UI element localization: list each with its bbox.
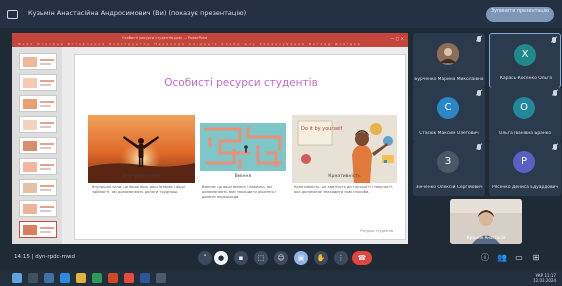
slide-board-text: Do it by yourself [301, 126, 342, 132]
mic-muted-icon [477, 90, 481, 96]
powerpoint-icon[interactable] [108, 273, 118, 283]
window-controls-icon: — ▢ ✕ [390, 36, 404, 41]
self-view-tile[interactable]: Кузьмін Анастасія [450, 199, 522, 244]
mic-muted-icon [552, 37, 556, 43]
slide-thumbnail[interactable] [19, 137, 57, 154]
avatar: О [513, 97, 535, 119]
meet-icon[interactable] [92, 273, 102, 283]
people-icon[interactable]: 👥 [497, 252, 507, 263]
slide-image-sunset [88, 115, 195, 183]
powerpoint-window-title: Особисті ресурси студентів.pptx — PowerP… [122, 36, 208, 40]
raise-hand-icon[interactable]: ✋ [314, 251, 328, 265]
system-tray[interactable]: УКР 11:17 12.03.2024 [533, 273, 556, 283]
participant-name: Карась-Косенко Ольга [499, 76, 553, 81]
participant-name: Рясенко Дениса Едуардович [491, 185, 558, 190]
meeting-top-bar: Кузьмін Анастасійна Андросимович (Ви) (п… [0, 0, 562, 28]
slide-thumbnail[interactable] [19, 116, 57, 133]
present-screen-icon [7, 10, 18, 19]
chevron-up-icon[interactable]: ˄ [198, 251, 212, 265]
chrome-icon[interactable] [124, 273, 134, 283]
participant-name: Бурченко Марина Миколаївна [414, 77, 484, 82]
slide-thumbnail[interactable] [19, 95, 57, 112]
app-icon[interactable] [156, 273, 166, 283]
mic-muted-icon [477, 144, 481, 150]
avatar: З [437, 151, 459, 173]
meeting-controls-bar: 14:15 | dyn-rpdc-mwd ˄ ● ▪ ⬚ ☺ ▣ ✋ ⋮ ☎ ⓘ… [0, 246, 562, 270]
task-view-icon[interactable] [44, 273, 54, 283]
participant-name: Ольга Іванівна Бранко [498, 131, 552, 136]
mic-muted-icon [553, 144, 557, 150]
avatar: Х [514, 44, 536, 66]
participant-tile[interactable]: О Ольга Іванівна Бранко [489, 87, 561, 142]
slide-image-artist: Do it by yourself [292, 115, 397, 183]
avatar [437, 43, 459, 65]
slide-thumbnail[interactable] [19, 158, 57, 175]
avatar: С [437, 97, 459, 119]
hangup-icon[interactable]: ☎ [352, 251, 372, 265]
participant-tile[interactable]: Бурченко Марина Миколаївна [413, 33, 485, 88]
self-view-name: Кузьмін Анастасія [466, 235, 506, 240]
chat-icon[interactable]: ▭ [514, 252, 524, 263]
slide-thumbnails-pane [12, 47, 62, 244]
mic-muted-icon [553, 90, 557, 96]
slide-footer-label: Ресурси студентів [360, 229, 393, 233]
windows-taskbar: УКР 11:17 12.03.2024 [0, 270, 562, 286]
meeting-time: 14:15 | dyn-rpdc-mwd [14, 254, 76, 260]
participant-tile[interactable]: З Зінченко Олексій Сергійович [413, 141, 485, 196]
avatar: Р [513, 151, 535, 173]
stop-presenting-button[interactable]: Зупинити презентацію [486, 7, 554, 22]
mic-muted-icon [477, 36, 481, 42]
mic-icon[interactable]: ● [214, 251, 228, 265]
participant-tile-active[interactable]: Х Карась-Косенко Ольга [489, 33, 561, 88]
ribbon-menu: Файл Основне Вставлення Конструктор Пере… [18, 42, 362, 46]
slide-title: Особисті ресурси студентів [164, 77, 318, 89]
emoji-icon[interactable]: ☺ [274, 251, 288, 265]
column-text: Внутрішні сили: це ваша віра, ваш інтере… [92, 185, 185, 194]
slide-image-maze [200, 123, 286, 171]
more-icon[interactable]: ⋮ [334, 251, 348, 265]
present-icon[interactable]: ▣ [294, 251, 308, 265]
column-heading: Внутрішні сили [122, 174, 161, 179]
edge-icon[interactable] [60, 273, 70, 283]
slide-thumbnail[interactable] [19, 200, 57, 217]
explorer-icon[interactable] [76, 273, 86, 283]
column-text: Креативність: це здатність до гнучкості … [294, 185, 394, 194]
slide-thumbnail[interactable] [19, 53, 57, 70]
info-icon[interactable]: ⓘ [480, 252, 490, 263]
share-icon[interactable]: ⬚ [254, 251, 268, 265]
participant-name: Зінченко Олексій Сергійович [415, 185, 483, 190]
column-text: Вміння: це ваші вміння і навички, які до… [202, 185, 276, 199]
participant-tile[interactable]: С Стасюк Максим Олегович [413, 87, 485, 142]
meeting-title: Кузьмін Анастасійна Андросимович (Ви) (п… [28, 9, 247, 17]
slide-thumbnail[interactable] [19, 179, 57, 196]
activities-icon[interactable]: ⊞ [531, 252, 541, 263]
column-heading: Креативність [328, 174, 361, 179]
slide-thumbnail[interactable] [19, 74, 57, 91]
participant-tile[interactable]: Р Рясенко Дениса Едуардович [489, 141, 561, 196]
start-icon[interactable] [12, 273, 22, 283]
camera-icon[interactable]: ▪ [234, 251, 248, 265]
search-icon[interactable] [28, 273, 38, 283]
powerpoint-ribbon: Особисті ресурси студентів.pptx — PowerP… [12, 33, 408, 47]
participant-name: Стасюк Максим Олегович [419, 131, 479, 136]
shared-screen: Особисті ресурси студентів.pptx — PowerP… [12, 33, 408, 244]
current-slide: Особисті ресурси студентів Do it by your… [74, 54, 406, 240]
word-icon[interactable] [140, 273, 150, 283]
slide-thumbnail-selected[interactable] [19, 221, 57, 238]
column-heading: Вміння [234, 174, 252, 179]
date: 12.03.2024 [533, 278, 556, 283]
